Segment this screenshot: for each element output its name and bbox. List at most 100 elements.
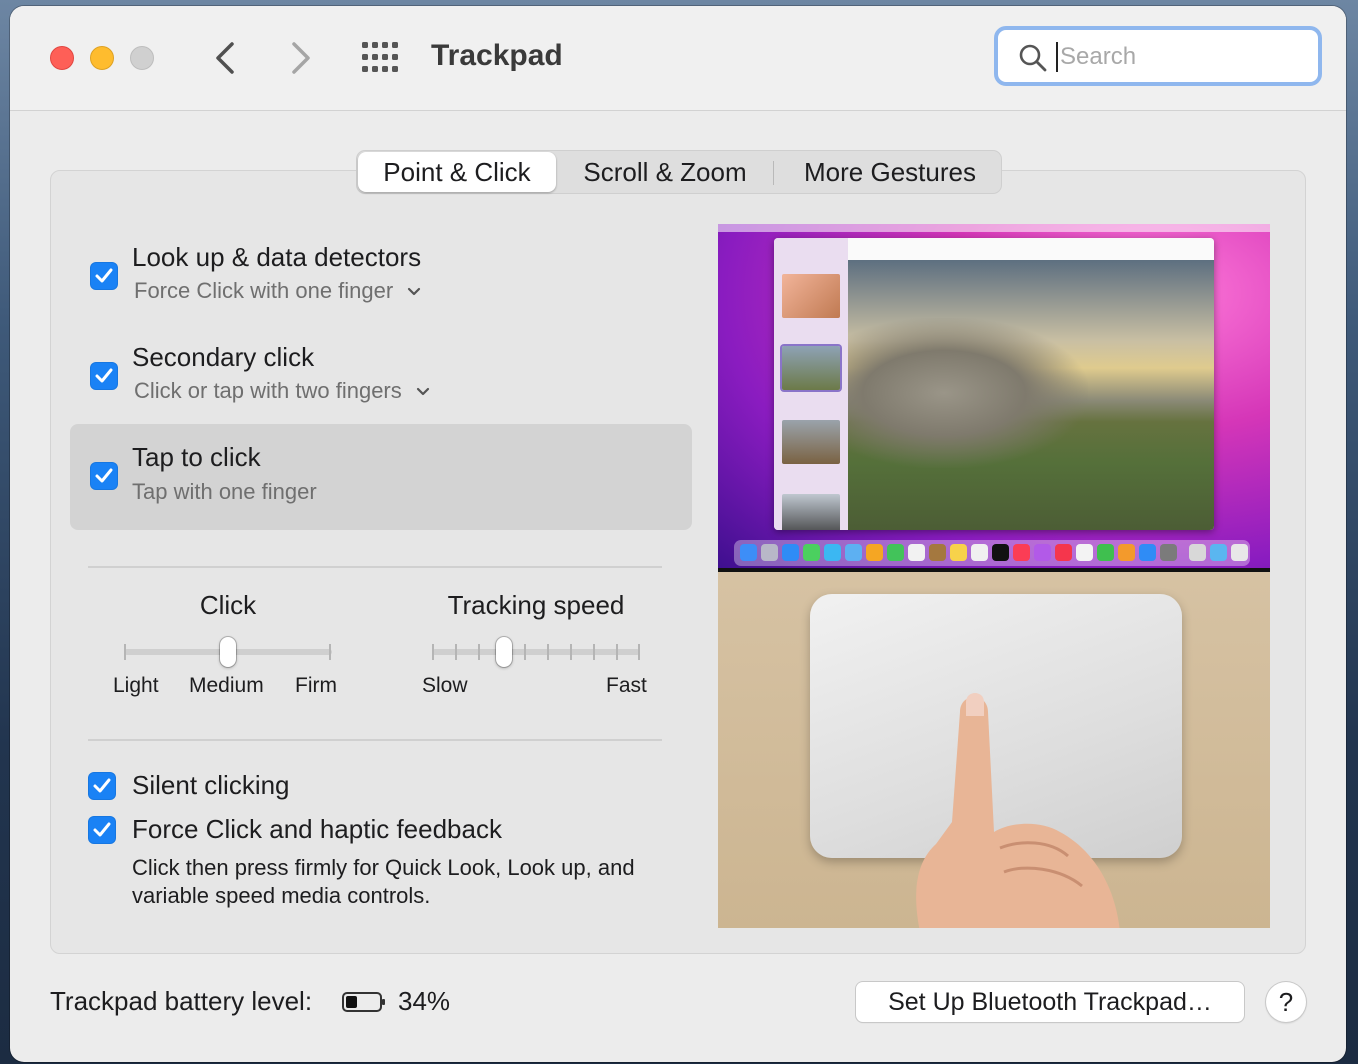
dock-icon [1160,544,1177,561]
dock-icon [950,544,967,561]
tracking-tick [593,644,595,660]
tracking-tick [547,644,549,660]
battery-level-label: Trackpad battery level: [50,986,313,1016]
preview-thumbnail [782,494,840,530]
tracking-tick [616,644,618,660]
search-field[interactable] [994,26,1322,86]
dock-icon [803,544,820,561]
zoom-button[interactable] [130,46,154,70]
tab-divider [773,161,774,185]
secondary-click-dropdown[interactable]: Click or tap with two fingers [134,378,430,404]
dock-icon [1076,544,1093,561]
close-button[interactable] [50,46,74,70]
preview-dock [734,540,1250,566]
dock-icon [1139,544,1156,561]
preview-sidebar [774,238,848,530]
silent-clicking-checkbox[interactable] [88,772,116,800]
checkmark-icon [95,268,113,283]
tap-to-click-checkbox[interactable] [90,462,118,490]
click-label-light: Light [113,674,159,697]
dock-icon [1034,544,1051,561]
show-all-button[interactable] [360,40,400,76]
tracking-slider-title: Tracking speed [447,590,625,620]
battery-icon [342,992,385,1012]
dock-icon [1189,544,1206,561]
search-input[interactable] [1060,38,1300,76]
tracking-tick [638,644,640,660]
dock-icon [824,544,841,561]
dock-icon [782,544,799,561]
dock-icon [887,544,904,561]
click-tick-firm [329,644,331,660]
chevron-down-icon [416,388,429,396]
tab-scroll-zoom[interactable]: Scroll & Zoom [563,151,767,193]
preview-screen [718,224,1270,570]
preview-toolbar [848,238,1214,261]
tap-to-click-row[interactable] [70,424,692,530]
dock-icon [971,544,988,561]
secondary-click-subtitle: Click or tap with two fingers [134,378,402,403]
setup-bluetooth-trackpad-button[interactable]: Set Up Bluetooth Trackpad… [856,982,1244,1022]
text-caret [1056,42,1058,72]
lookup-checkbox[interactable] [90,262,118,290]
tracking-slider-track [432,649,640,655]
preview-app-window [774,238,1214,530]
help-button[interactable]: ? [1266,982,1306,1022]
tracking-tick [524,644,526,660]
forward-icon [292,42,310,74]
tab-point-click[interactable]: Point & Click [358,152,556,192]
tracking-label-fast: Fast [606,674,647,697]
force-click-checkbox[interactable] [88,816,116,844]
tracking-slider-knob[interactable] [496,637,512,667]
click-label-firm: Firm [295,674,337,697]
checkmark-icon [93,778,111,793]
help-icon: ? [1278,987,1294,1017]
lookup-dropdown[interactable]: Force Click with one finger [134,278,421,304]
preferences-window: Trackpad Point & Click Scroll & Zoom Mor… [10,6,1346,1062]
tap-to-click-title: Tap to click [132,442,261,472]
dock-icon [929,544,946,561]
search-icon [1019,44,1047,72]
secondary-click-checkbox[interactable] [90,362,118,390]
grid-icon [362,42,398,72]
preview-thumbnail [782,346,840,390]
tab-bar: Point & Click Scroll & Zoom More Gesture… [356,150,1002,194]
back-icon [216,42,234,74]
dock-icon [740,544,757,561]
dock-icon [992,544,1009,561]
tracking-tick [432,644,434,660]
battery-percent: 34% [398,986,451,1016]
preview-menubar [718,224,1270,232]
minimize-button[interactable] [90,46,114,70]
divider [88,739,662,741]
silent-clicking-label: Silent clicking [132,770,290,800]
chevron-down-icon [408,288,421,296]
tracking-tick [478,644,480,660]
click-slider-knob[interactable] [220,637,236,667]
secondary-click-title: Secondary click [132,342,315,372]
tracking-tick [455,644,457,660]
preview-thumbnail [782,274,840,318]
lookup-title: Look up & data detectors [132,242,422,272]
tab-more-gestures[interactable]: More Gestures [785,151,995,193]
preview-thumbnail [782,420,840,464]
checkmark-icon [93,822,111,837]
dock-icon [908,544,925,561]
dock-icon [1231,544,1248,561]
click-tick-light [124,644,126,660]
preview-rocks [848,318,1088,468]
forward-button[interactable] [280,36,320,80]
dock-icon [1055,544,1072,561]
tracking-tick [570,644,572,660]
divider [88,566,662,568]
tracking-label-slow: Slow [422,674,468,697]
lookup-subtitle: Force Click with one finger [134,278,394,303]
dock-icon [866,544,883,561]
click-label-medium: Medium [189,674,264,697]
click-slider-title: Click [199,590,257,620]
dock-icon [1013,544,1030,561]
back-button[interactable] [206,36,246,80]
dock-icon [845,544,862,561]
window-title: Trackpad [431,39,563,72]
force-click-label: Force Click and haptic feedback [132,814,502,844]
